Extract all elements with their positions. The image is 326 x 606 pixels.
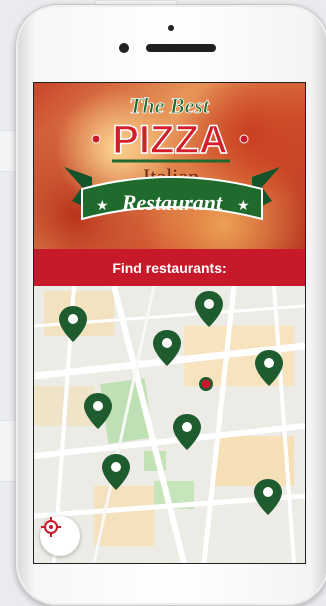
proximity-sensor (168, 25, 174, 31)
decor-dot (91, 134, 101, 144)
banner-restaurant-label: Restaurant (121, 190, 223, 215)
banner-tagline: The Best (129, 93, 210, 118)
restaurant-map[interactable] (34, 286, 305, 563)
restaurant-banner: The Best PIZZA Italian ★ ★ Restaurant (34, 83, 305, 249)
find-restaurants-header: Find restaurants: (34, 249, 305, 286)
map-pin-icon[interactable] (59, 306, 87, 342)
current-location-marker (199, 377, 213, 391)
find-restaurants-label: Find restaurants: (112, 259, 227, 276)
map-block (214, 436, 294, 486)
map-pin-icon[interactable] (102, 454, 130, 490)
front-camera (119, 43, 129, 53)
ribbon-star: ★ (237, 197, 250, 213)
app-screen: The Best PIZZA Italian ★ ★ Restaurant Fi… (33, 82, 306, 564)
banner-pizza-title: PIZZA (112, 118, 228, 162)
ribbon-star: ★ (96, 197, 109, 213)
map-pin-icon[interactable] (173, 414, 201, 450)
crosshair-icon (41, 517, 61, 537)
decor-dot (239, 134, 249, 144)
locate-me-button[interactable] (40, 516, 80, 556)
map-pin-icon[interactable] (195, 291, 223, 327)
map-pin-icon[interactable] (254, 479, 282, 515)
earpiece-speaker (146, 44, 216, 52)
